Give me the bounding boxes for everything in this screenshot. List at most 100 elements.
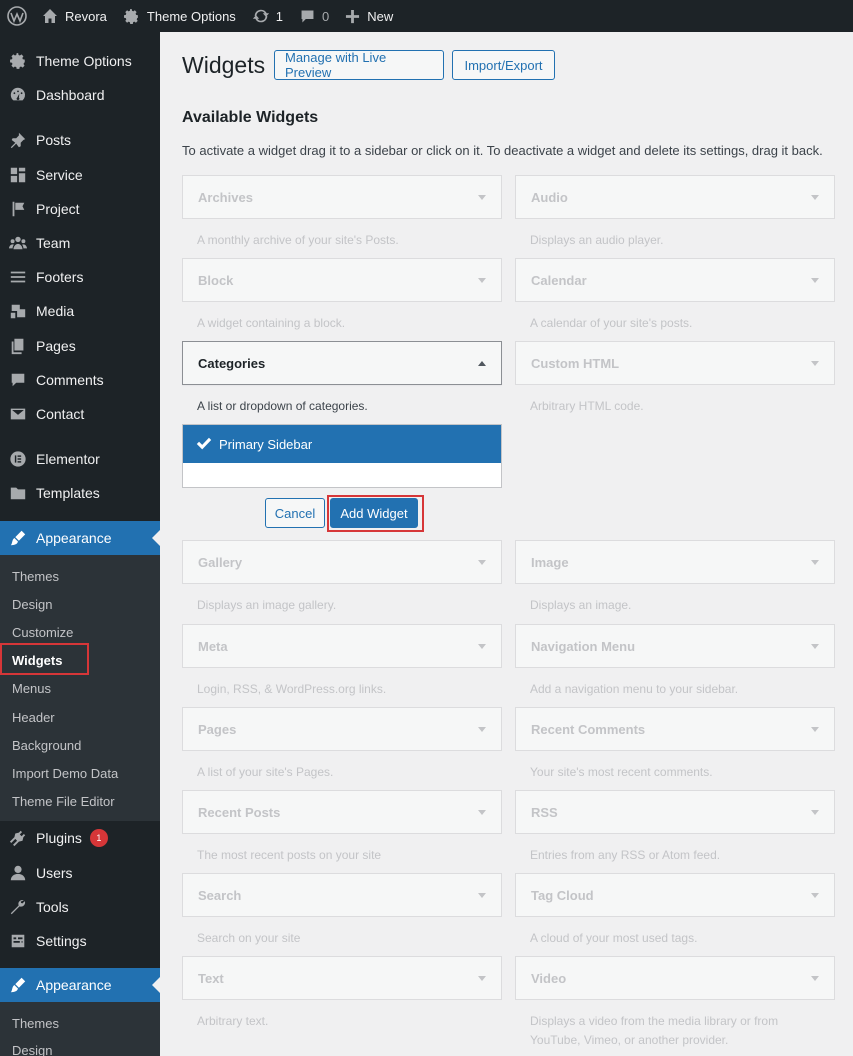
wordpress-logo-icon[interactable] bbox=[0, 0, 34, 32]
theme-options-link[interactable]: Theme Options bbox=[115, 0, 244, 32]
widget-title: Video bbox=[531, 970, 567, 986]
updates-count: 1 bbox=[275, 8, 284, 24]
appearance-submenu: Themes Design Customize Widgets Menus He… bbox=[0, 555, 160, 821]
comment-bubble-icon bbox=[301, 10, 314, 22]
caret-down-icon[interactable] bbox=[811, 360, 819, 366]
submenu-design[interactable]: Design bbox=[0, 590, 160, 618]
submenu-import-demo-data[interactable]: Import Demo Data bbox=[0, 759, 160, 787]
widget-video[interactable]: Video bbox=[515, 956, 835, 1000]
wrench-icon bbox=[0, 898, 36, 916]
widget-text[interactable]: Text bbox=[182, 956, 502, 1000]
widget-description: The most recent posts on your site bbox=[197, 848, 382, 862]
caret-down-icon[interactable] bbox=[811, 726, 819, 732]
caret-down-icon[interactable] bbox=[478, 559, 486, 565]
sidebar-item-media[interactable]: Media bbox=[0, 294, 160, 328]
sidebar-item-plugins[interactable]: Plugins 1 bbox=[0, 821, 160, 855]
caret-down-icon[interactable] bbox=[811, 194, 819, 200]
sidebar-item-label: Contact bbox=[36, 406, 85, 422]
caret-down-icon[interactable] bbox=[811, 643, 819, 649]
sidebar-item-label: Media bbox=[36, 303, 75, 319]
sidebar-chooser: Primary Sidebar bbox=[182, 424, 502, 488]
caret-down-icon[interactable] bbox=[478, 194, 486, 200]
submenu-themes[interactable]: Themes bbox=[0, 1009, 160, 1037]
site-name-link[interactable]: Revora bbox=[34, 0, 115, 32]
sidebar-item-pages[interactable]: Pages bbox=[0, 329, 160, 363]
caret-down-icon[interactable] bbox=[811, 975, 819, 981]
cancel-button[interactable]: Cancel bbox=[265, 498, 325, 528]
widget-description: A widget containing a block. bbox=[197, 316, 346, 330]
pin-icon bbox=[0, 131, 36, 149]
widget-tag-cloud[interactable]: Tag Cloud bbox=[515, 873, 835, 917]
sidebar-item-appearance[interactable]: Appearance bbox=[0, 521, 160, 555]
updates-link[interactable]: 1 bbox=[244, 0, 291, 32]
widget-recent-comments[interactable]: Recent Comments bbox=[515, 707, 835, 751]
submenu-customize[interactable]: Customize bbox=[0, 618, 160, 646]
submenu-background[interactable]: Background bbox=[0, 731, 160, 759]
manage-live-preview-button[interactable]: Manage with Live Preview bbox=[274, 50, 444, 80]
caret-down-icon[interactable] bbox=[811, 277, 819, 283]
sidebar-item-theme-options[interactable]: Theme Options bbox=[0, 44, 160, 78]
widgets-highlight-box bbox=[0, 643, 89, 675]
sidebar-item-label: Settings bbox=[36, 933, 87, 949]
sidebar-item-team[interactable]: Team bbox=[0, 226, 160, 260]
widget-block[interactable]: Block bbox=[182, 258, 502, 302]
sidebar-item-label: Service bbox=[36, 167, 83, 183]
widget-calendar[interactable]: Calendar bbox=[515, 258, 835, 302]
widget-image[interactable]: Image bbox=[515, 540, 835, 584]
submenu-design[interactable]: Design bbox=[0, 1036, 160, 1056]
caret-down-icon[interactable] bbox=[478, 809, 486, 815]
sidebar-item-templates[interactable]: Templates bbox=[0, 476, 160, 510]
caret-down-icon[interactable] bbox=[478, 277, 486, 283]
sidebar-item-label: Elementor bbox=[36, 451, 100, 467]
caret-down-icon[interactable] bbox=[811, 892, 819, 898]
sidebar-item-users[interactable]: Users bbox=[0, 856, 160, 890]
sidebar-item-appearance-2[interactable]: Appearance bbox=[0, 968, 160, 1002]
comments-link[interactable]: 0 bbox=[291, 0, 337, 32]
sidebar-item-dashboard[interactable]: Dashboard bbox=[0, 78, 160, 112]
chooser-option-primary-sidebar[interactable]: Primary Sidebar bbox=[183, 425, 501, 463]
widget-rss[interactable]: RSS bbox=[515, 790, 835, 834]
widget-categories[interactable]: Categories bbox=[182, 341, 502, 385]
caret-down-icon[interactable] bbox=[478, 643, 486, 649]
submenu-theme-file-editor[interactable]: Theme File Editor bbox=[0, 787, 160, 815]
widget-title: RSS bbox=[531, 804, 558, 820]
widget-gallery[interactable]: Gallery bbox=[182, 540, 502, 584]
widget-meta[interactable]: Meta bbox=[182, 624, 502, 668]
sidebar-item-service[interactable]: Service bbox=[0, 158, 160, 192]
submenu-themes[interactable]: Themes bbox=[0, 562, 160, 590]
submenu-menus[interactable]: Menus bbox=[0, 674, 160, 702]
widget-description: Search on your site bbox=[197, 931, 301, 945]
caret-down-icon[interactable] bbox=[478, 726, 486, 732]
media-icon bbox=[0, 302, 36, 320]
sidebar-item-tools[interactable]: Tools bbox=[0, 890, 160, 924]
widget-custom-html[interactable]: Custom HTML bbox=[515, 341, 835, 385]
widget-description: A list of your site's Pages. bbox=[197, 765, 334, 779]
folder-icon bbox=[0, 484, 36, 502]
caret-up-icon[interactable] bbox=[478, 360, 486, 366]
sidebar-item-comments[interactable]: Comments bbox=[0, 363, 160, 397]
sidebar-item-label: Posts bbox=[36, 132, 72, 148]
caret-down-icon[interactable] bbox=[478, 975, 486, 981]
caret-down-icon[interactable] bbox=[811, 809, 819, 815]
widget-title: Search bbox=[198, 887, 242, 903]
caret-down-icon[interactable] bbox=[811, 559, 819, 565]
widget-navigation-menu[interactable]: Navigation Menu bbox=[515, 624, 835, 668]
sidebar-item-project[interactable]: Project bbox=[0, 192, 160, 226]
widget-description: Displays a video from the media library … bbox=[530, 1014, 779, 1047]
widget-search[interactable]: Search bbox=[182, 873, 502, 917]
sidebar-item-contact[interactable]: Contact bbox=[0, 397, 160, 431]
widget-archives[interactable]: Archives bbox=[182, 175, 502, 219]
sidebar-item-footers[interactable]: Footers bbox=[0, 260, 160, 294]
new-content-link[interactable]: New bbox=[337, 0, 401, 32]
import-export-button[interactable]: Import/Export bbox=[452, 50, 555, 80]
sidebar-item-settings[interactable]: Settings bbox=[0, 924, 160, 958]
widget-audio[interactable]: Audio bbox=[515, 175, 835, 219]
gear-icon bbox=[123, 8, 138, 24]
sidebar-item-posts[interactable]: Posts bbox=[0, 123, 160, 157]
submenu-header[interactable]: Header bbox=[0, 703, 160, 731]
widget-recent-posts[interactable]: Recent Posts bbox=[182, 790, 502, 834]
widget-pages[interactable]: Pages bbox=[182, 707, 502, 751]
sidebar-item-label: Footers bbox=[36, 269, 84, 285]
sidebar-item-elementor[interactable]: Elementor bbox=[0, 442, 160, 476]
caret-down-icon[interactable] bbox=[478, 892, 486, 898]
